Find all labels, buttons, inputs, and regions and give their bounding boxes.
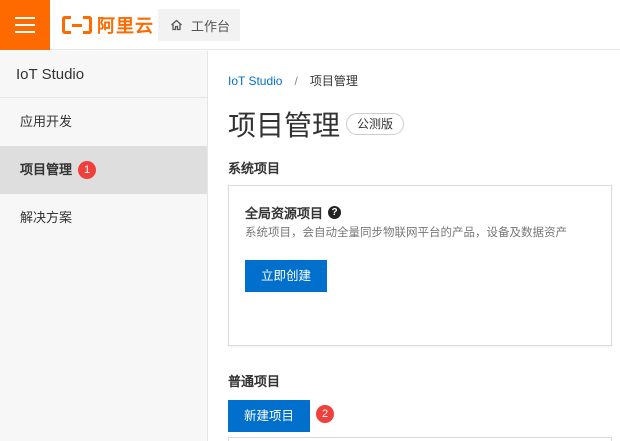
sidebar-item-label: 解决方案 — [20, 210, 73, 225]
step-badge-2: 2 — [316, 405, 334, 423]
project-list-card — [228, 437, 612, 441]
aliyun-logo-icon — [62, 16, 92, 34]
aliyun-logo[interactable]: 阿里云 — [62, 13, 154, 37]
sidebar-item-project-management[interactable]: 项目管理 1 — [0, 146, 207, 194]
sidebar-item-label: 项目管理 — [20, 162, 73, 177]
normal-projects-heading: 普通项目 — [228, 374, 281, 389]
card-title: 全局资源项目 ? — [245, 203, 342, 222]
card-title-text: 全局资源项目 — [245, 206, 324, 221]
system-projects-heading: 系统项目 — [228, 161, 281, 176]
hamburger-menu-icon[interactable] — [0, 0, 50, 50]
new-project-area: 新建项目 2 — [228, 400, 334, 432]
sidebar-item-app-dev[interactable]: 应用开发 — [0, 98, 207, 146]
workbench-label: 工作台 — [191, 18, 231, 34]
sidebar: IoT Studio 应用开发 项目管理 1 解决方案 — [0, 51, 208, 441]
logo-text: 阿里云 — [97, 16, 154, 36]
sidebar-title: IoT Studio — [0, 51, 207, 98]
edition-badge: 公测版 — [346, 113, 405, 135]
global-resource-project-card: 全局资源项目 ? 系统项目，会自动全量同步物联网平台的产品，设备及数据资产 立即… — [228, 185, 612, 346]
breadcrumb-separator: / — [294, 74, 298, 88]
new-project-button[interactable]: 新建项目 — [228, 400, 310, 432]
breadcrumb-current: 项目管理 — [309, 74, 358, 88]
step-badge-1: 1 — [78, 160, 97, 179]
page-title: 项目管理 公测版 — [228, 104, 405, 144]
card-description: 系统项目，会自动全量同步物联网平台的产品，设备及数据资产 — [245, 227, 567, 239]
breadcrumb-root-link[interactable]: IoT Studio — [228, 74, 282, 88]
create-now-button[interactable]: 立即创建 — [245, 260, 327, 292]
workbench-button[interactable]: 工作台 — [158, 9, 240, 41]
main-content: IoT Studio / 项目管理 项目管理 公测版 系统项目 全局资源项目 ? 系… — [209, 51, 620, 441]
top-bar: 阿里云 工作台 — [0, 0, 620, 50]
sidebar-item-label: 应用开发 — [20, 114, 73, 129]
breadcrumb: IoT Studio / 项目管理 — [228, 72, 358, 89]
sidebar-item-solutions[interactable]: 解决方案 — [0, 194, 207, 242]
help-icon[interactable]: ? — [328, 206, 342, 219]
home-icon — [171, 19, 182, 31]
page-title-text: 项目管理 — [228, 110, 341, 141]
